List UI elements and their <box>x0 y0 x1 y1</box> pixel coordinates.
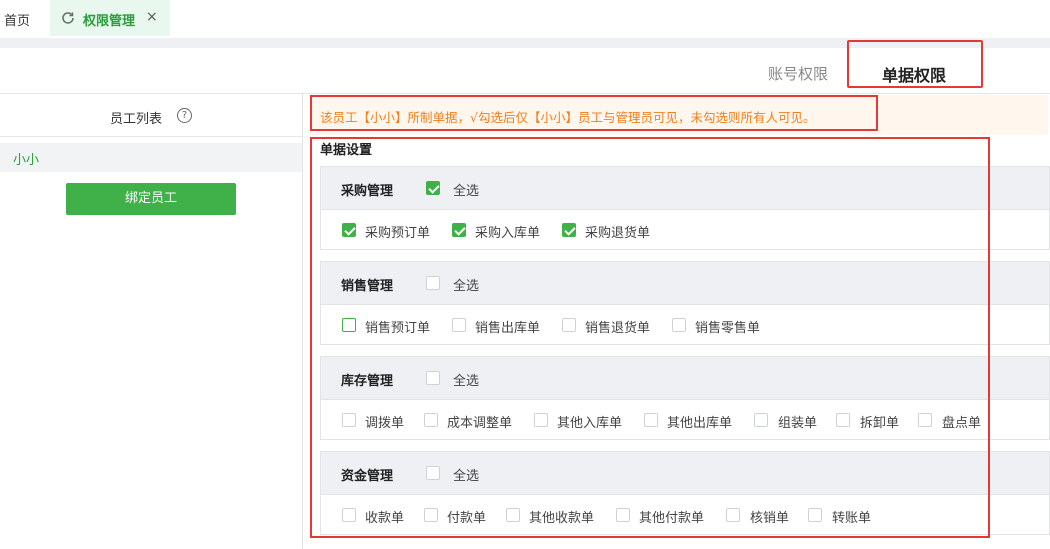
employee-list-title: 员工列表 <box>110 112 163 127</box>
bind-employee-button[interactable]: 绑定员工 <box>66 183 236 215</box>
tab-permission-management[interactable]: 权限管理 × <box>50 0 170 36</box>
tab-bar: 首页 权限管理 × <box>0 0 1050 38</box>
highlight-frame-settings <box>310 137 990 538</box>
highlight-frame-notice <box>310 95 878 131</box>
employee-name: 小小 <box>13 153 40 168</box>
help-icon[interactable]: ? <box>177 108 192 123</box>
tab-title: 权限管理 <box>83 14 136 29</box>
close-icon[interactable]: × <box>146 9 158 25</box>
employee-panel: 员工列表 ? 小小 绑定员工 <box>0 94 303 549</box>
highlight-frame-doc-tab <box>847 40 983 88</box>
employee-list-item[interactable]: 小小 <box>0 143 302 172</box>
tab-account-permission[interactable]: 账号权限 <box>768 63 828 84</box>
panel-divider <box>0 136 303 137</box>
tab-home[interactable]: 首页 <box>4 10 30 29</box>
refresh-icon[interactable] <box>60 10 76 26</box>
